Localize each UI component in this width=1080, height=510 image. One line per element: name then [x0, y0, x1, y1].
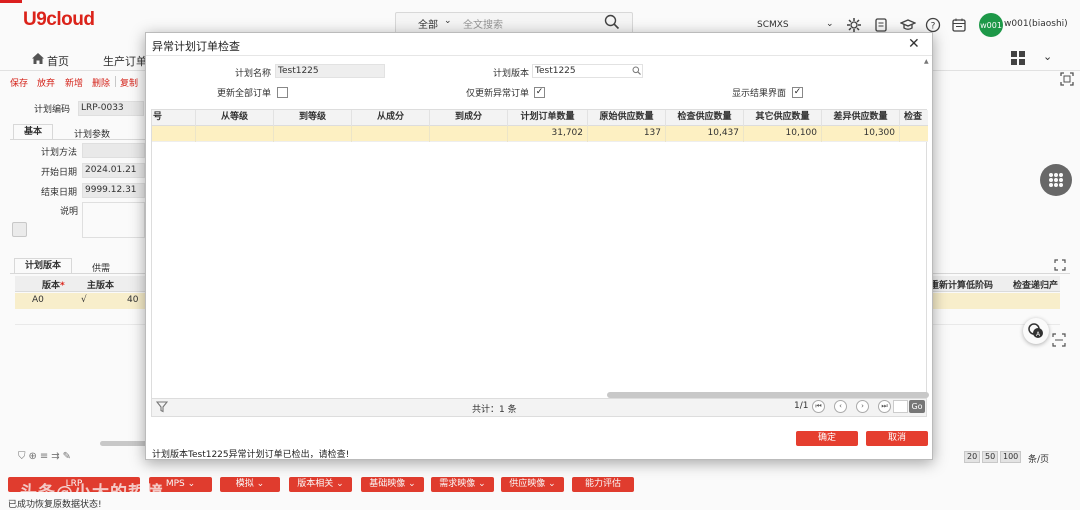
- plan-name-label: 计划名称: [234, 69, 271, 79]
- only-abnormal-checkbox[interactable]: ✓: [534, 87, 545, 98]
- go-button[interactable]: Go: [909, 400, 925, 413]
- page-jump-input[interactable]: [893, 400, 908, 413]
- cell-plan-order-qty: 31,702: [508, 126, 588, 142]
- table-row[interactable]: 31,702 137 10,437 10,100 10,300: [152, 126, 928, 142]
- first-page-icon[interactable]: ⏮: [812, 400, 825, 413]
- cancel-button[interactable]: 取消: [866, 431, 928, 446]
- search-icon[interactable]: [632, 66, 641, 75]
- cell-orig-supply-qty: 137: [588, 126, 666, 142]
- grid-header: 号 从等级 到等级 从成分 到成分 计划订单数量 原始供应数量 检查供应数量 其…: [152, 110, 928, 126]
- update-all-orders-checkbox[interactable]: [277, 87, 288, 98]
- total-count: 共计：1 条: [472, 405, 517, 415]
- column-header-to-component[interactable]: 到成分: [430, 110, 508, 126]
- last-page-icon[interactable]: ⏭: [878, 400, 891, 413]
- dialog-title-divider: [146, 55, 932, 56]
- filter-icon[interactable]: [156, 401, 168, 413]
- cell-from-level: [196, 126, 274, 142]
- cell-no: [152, 126, 196, 142]
- next-page-icon[interactable]: ›: [856, 400, 869, 413]
- column-header-diff-supply-qty[interactable]: 差异供应数量: [822, 110, 900, 126]
- column-header-check-supply-qty[interactable]: 检查供应数量: [666, 110, 744, 126]
- column-header-to-level[interactable]: 到等级: [274, 110, 352, 126]
- plan-name-field: Test1225: [275, 64, 385, 78]
- prev-page-icon[interactable]: ‹: [834, 400, 847, 413]
- column-header-from-component[interactable]: 从成分: [352, 110, 430, 126]
- cell-from-component: [352, 126, 430, 142]
- cell-to-level: [274, 126, 352, 142]
- column-header-orig-supply-qty[interactable]: 原始供应数量: [588, 110, 666, 126]
- only-abnormal-label: 仅更新异常订单: [465, 89, 529, 99]
- column-header-plan-order-qty[interactable]: 计划订单数量: [508, 110, 588, 126]
- column-header-other-supply-qty[interactable]: 其它供应数量: [744, 110, 822, 126]
- abnormal-plan-order-check-dialog: 异常计划订单检查 ✕ ▲ 计划名称 Test1225 计划版本 Test1225…: [145, 32, 933, 460]
- scroll-up-icon[interactable]: ▲: [924, 58, 929, 65]
- cell-diff-supply-qty: 10,300: [822, 126, 900, 142]
- dialog-status-message: 计划版本Test1225异常计划订单已检出，请检查!: [152, 450, 350, 460]
- cell-check: [900, 126, 928, 142]
- column-header-no[interactable]: 号: [152, 110, 196, 126]
- column-header-check[interactable]: 检查: [900, 110, 928, 126]
- close-icon[interactable]: ✕: [908, 36, 920, 52]
- dialog-title: 异常计划订单检查: [152, 40, 240, 53]
- cell-check-supply-qty: 10,437: [666, 126, 744, 142]
- page-indicator: 1/1: [794, 401, 809, 411]
- grid-footer: 共计：1 条 1/1 ⏮ ‹ › ⏭ Go: [151, 399, 927, 417]
- cell-to-component: [430, 126, 508, 142]
- horizontal-scrollbar[interactable]: [607, 392, 929, 398]
- plan-version-input[interactable]: Test1225: [532, 64, 643, 78]
- plan-version-label: 计划版本: [492, 69, 529, 79]
- show-result-label: 显示结果界面: [731, 89, 786, 99]
- update-all-orders-label: 更新全部订单: [216, 89, 271, 99]
- confirm-button[interactable]: 确定: [796, 431, 858, 446]
- show-result-checkbox[interactable]: ✓: [792, 87, 803, 98]
- column-header-from-level[interactable]: 从等级: [196, 110, 274, 126]
- cell-other-supply-qty: 10,100: [744, 126, 822, 142]
- check-result-grid: 号 从等级 到等级 从成分 到成分 计划订单数量 原始供应数量 检查供应数量 其…: [151, 109, 929, 399]
